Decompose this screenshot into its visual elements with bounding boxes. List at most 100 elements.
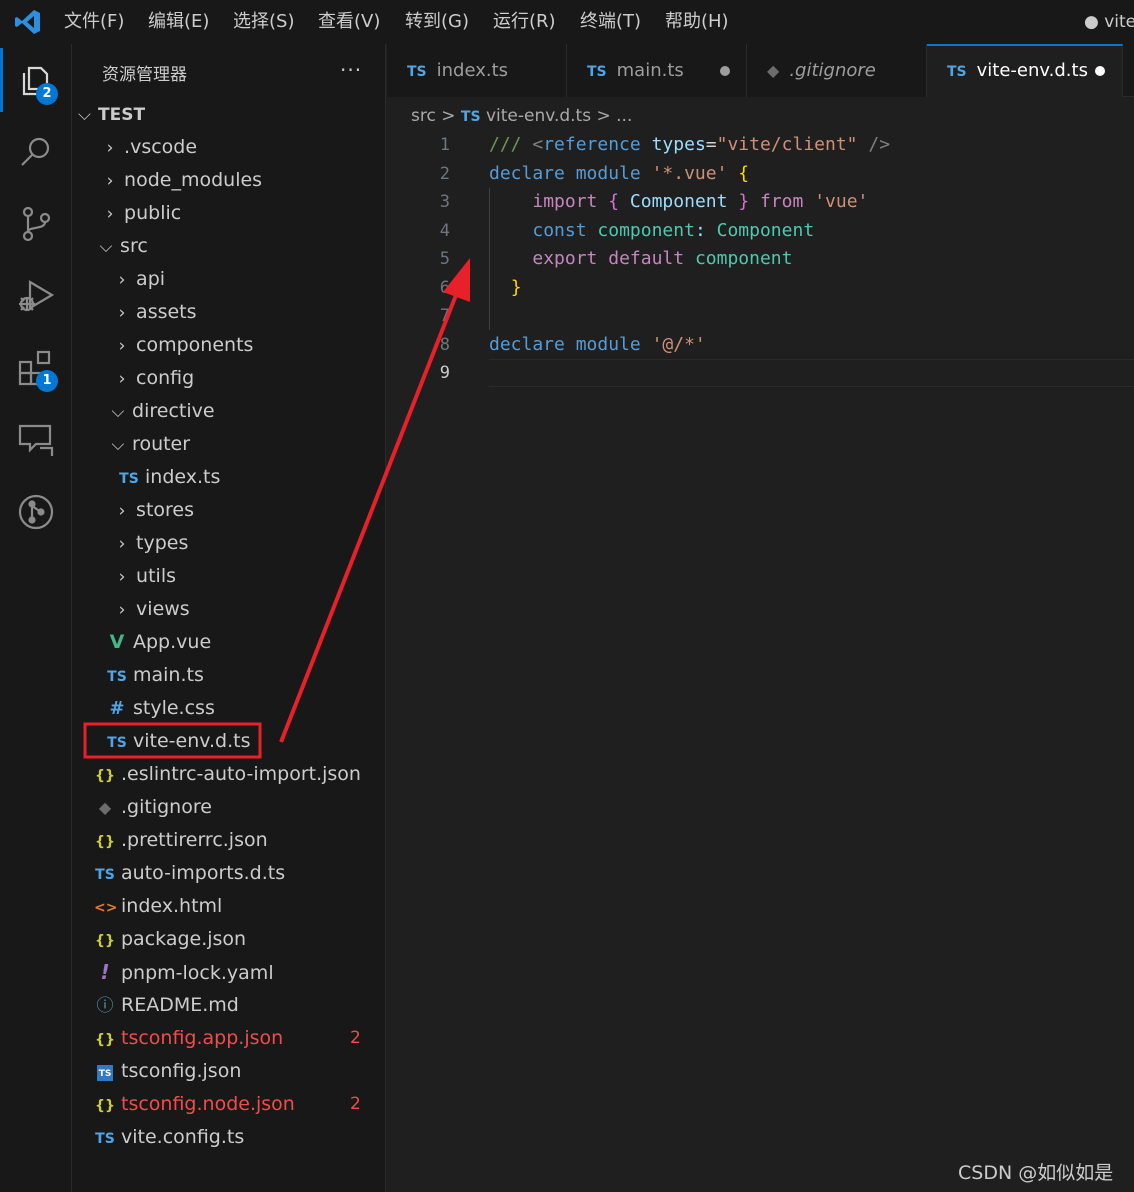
- unsaved-dot-icon[interactable]: [720, 66, 730, 76]
- tree-file-vite-config-ts[interactable]: TS vite.config.ts: [94, 1121, 244, 1154]
- code-line-5[interactable]: export default component: [489, 245, 792, 274]
- tree-folder-utils[interactable]: › utils: [114, 560, 176, 593]
- tab-index-ts[interactable]: TS index.ts: [387, 44, 567, 97]
- tree-folder-stores[interactable]: › stores: [114, 494, 194, 527]
- tree-file-vite-env-d-ts[interactable]: TS vite-env.d.ts: [106, 725, 250, 758]
- menu-go[interactable]: 转到(G): [405, 10, 469, 34]
- menu-edit[interactable]: 编辑(E): [148, 10, 209, 34]
- typescript-file-icon: TS: [407, 64, 427, 80]
- menu-file[interactable]: 文件(F): [64, 10, 124, 34]
- tree-file-auto-imports-d-ts[interactable]: TS auto-imports.d.ts: [94, 857, 285, 890]
- tree-folder-public[interactable]: › public: [102, 197, 182, 230]
- run-debug-icon[interactable]: [16, 276, 56, 316]
- menu-selection[interactable]: 选择(S): [233, 10, 294, 34]
- css-file-icon: #: [109, 698, 125, 719]
- menu-run[interactable]: 运行(R): [493, 10, 556, 34]
- tree-file-tsconfig-json[interactable]: TS tsconfig.json: [94, 1055, 241, 1088]
- tree-folder-vscode[interactable]: › .vscode: [102, 131, 197, 164]
- tree-folder-assets[interactable]: › assets: [114, 296, 197, 329]
- tree-folder-types[interactable]: › types: [114, 527, 189, 560]
- tab-gitignore[interactable]: ◆ .gitignore: [747, 44, 927, 97]
- chevron-right-icon: ›: [118, 567, 126, 587]
- chevron-right-icon: ›: [106, 204, 114, 224]
- tree-folder-node-modules[interactable]: › node_modules: [102, 164, 262, 197]
- chevron-right-icon: ›: [118, 303, 126, 323]
- typescript-file-icon: TS: [460, 109, 481, 125]
- tab-label: vite-env.d.ts: [976, 60, 1088, 81]
- tree-file-app-vue[interactable]: V App.vue: [106, 626, 212, 659]
- menu-help[interactable]: 帮助(H): [665, 10, 729, 34]
- tree-file-readme-md[interactable]: ⓘ README.md: [94, 989, 239, 1022]
- typescript-file-icon: TS: [119, 471, 139, 487]
- tree-folder-views[interactable]: › views: [114, 593, 190, 626]
- code-line-8[interactable]: declare module '@/*': [489, 331, 706, 360]
- tree-file-style-css[interactable]: # style.css: [106, 692, 214, 725]
- explorer-badge: 2: [36, 83, 58, 105]
- code-line-1[interactable]: /// <reference types="vite/client" />: [489, 131, 890, 160]
- line-number: 3: [439, 192, 450, 212]
- chevron-down-icon: ⌵: [99, 237, 113, 257]
- search-icon[interactable]: [16, 132, 56, 172]
- tree-file-tsconfig-app-json[interactable]: {} tsconfig.app.json: [94, 1022, 283, 1055]
- tree-file-eslintrc-auto-import-json[interactable]: {} .eslintrc-auto-import.json: [94, 758, 361, 791]
- tab-vite-env-d-ts[interactable]: TS vite-env.d.ts: [927, 44, 1123, 97]
- code-line-4[interactable]: const component: Component: [489, 217, 814, 246]
- active-view-indicator: [0, 48, 3, 112]
- tree-folder-api[interactable]: › api: [114, 263, 165, 296]
- line-number-active: 9: [439, 363, 450, 383]
- breadcrumb-symbols[interactable]: ...: [616, 106, 632, 126]
- tree-folder-directive[interactable]: ⌵ directive: [110, 395, 215, 428]
- tab-main-ts[interactable]: TS main.ts: [567, 44, 747, 97]
- html-file-icon: <>: [94, 900, 118, 916]
- typescript-file-icon: TS: [95, 1131, 115, 1147]
- workspace-folder-test[interactable]: ⌵ TEST: [78, 100, 145, 130]
- error-count-badge: 2: [350, 1028, 361, 1048]
- unsaved-dot-icon[interactable]: [1095, 66, 1105, 76]
- chevron-right-icon: ›: [118, 600, 126, 620]
- source-control-icon[interactable]: [16, 204, 56, 244]
- json-file-icon: {}: [95, 1032, 115, 1048]
- line-number: 6: [439, 278, 450, 298]
- breadcrumb-folder[interactable]: src: [411, 106, 436, 126]
- tree-folder-router[interactable]: ⌵ router: [110, 428, 191, 461]
- chevron-down-icon: ⌵: [78, 105, 91, 125]
- tree-file-main-ts[interactable]: TS main.ts: [106, 659, 204, 692]
- info-file-icon: ⓘ: [96, 996, 114, 1016]
- tree-file-prettirerrc-json[interactable]: {} .prettirerrc.json: [94, 824, 268, 857]
- tree-file-router-index-ts[interactable]: TS index.ts: [118, 461, 220, 494]
- vscode-logo-icon[interactable]: [14, 8, 42, 36]
- chevron-right-icon: ›: [106, 171, 114, 191]
- breadcrumb-file[interactable]: vite-env.d.ts: [486, 106, 591, 126]
- tree-folder-config[interactable]: › config: [114, 362, 195, 395]
- chevron-right-icon: ›: [118, 369, 126, 389]
- breadcrumb: src > TS vite-env.d.ts > ...: [411, 102, 632, 130]
- typescript-file-icon: TS: [107, 735, 127, 751]
- code-line-2[interactable]: declare module '*.vue' {: [489, 160, 749, 189]
- chevron-down-icon: ⌵: [111, 435, 125, 455]
- tree-file-tsconfig-node-json[interactable]: {} tsconfig.node.json: [94, 1088, 295, 1121]
- git-file-icon: ◆: [98, 798, 112, 817]
- code-line-3[interactable]: import { Component } from 'vue': [489, 188, 868, 217]
- git-graph-icon[interactable]: [16, 492, 56, 532]
- line-number: 5: [439, 249, 450, 269]
- watermark: CSDN @如似如是: [958, 1162, 1114, 1184]
- typescript-file-icon: TS: [95, 867, 115, 883]
- remote-explorer-icon[interactable]: [16, 420, 56, 460]
- tab-label: .gitignore: [789, 60, 876, 81]
- tree-file-gitignore[interactable]: ◆ .gitignore: [94, 791, 212, 824]
- chevron-right-icon: ›: [118, 336, 126, 356]
- explorer-more-actions-button[interactable]: ···: [340, 58, 362, 82]
- code-line-6[interactable]: }: [489, 274, 522, 303]
- chevron-right-icon: ›: [118, 270, 126, 290]
- tree-folder-src[interactable]: ⌵ src: [98, 230, 148, 263]
- tree-file-index-html[interactable]: <> index.html: [94, 890, 222, 923]
- line-number: 2: [439, 164, 450, 184]
- menu-view[interactable]: 查看(V): [318, 10, 380, 34]
- tree-file-package-json[interactable]: {} package.json: [94, 923, 246, 956]
- chevron-down-icon: ⌵: [111, 402, 125, 422]
- tree-folder-components[interactable]: › components: [114, 329, 254, 362]
- menu-terminal[interactable]: 终端(T): [580, 10, 641, 34]
- line-number: 8: [439, 335, 450, 355]
- tsconfig-badge: TS: [97, 1065, 113, 1081]
- tree-file-pnpm-lock-yaml[interactable]: ! pnpm-lock.yaml: [94, 956, 273, 989]
